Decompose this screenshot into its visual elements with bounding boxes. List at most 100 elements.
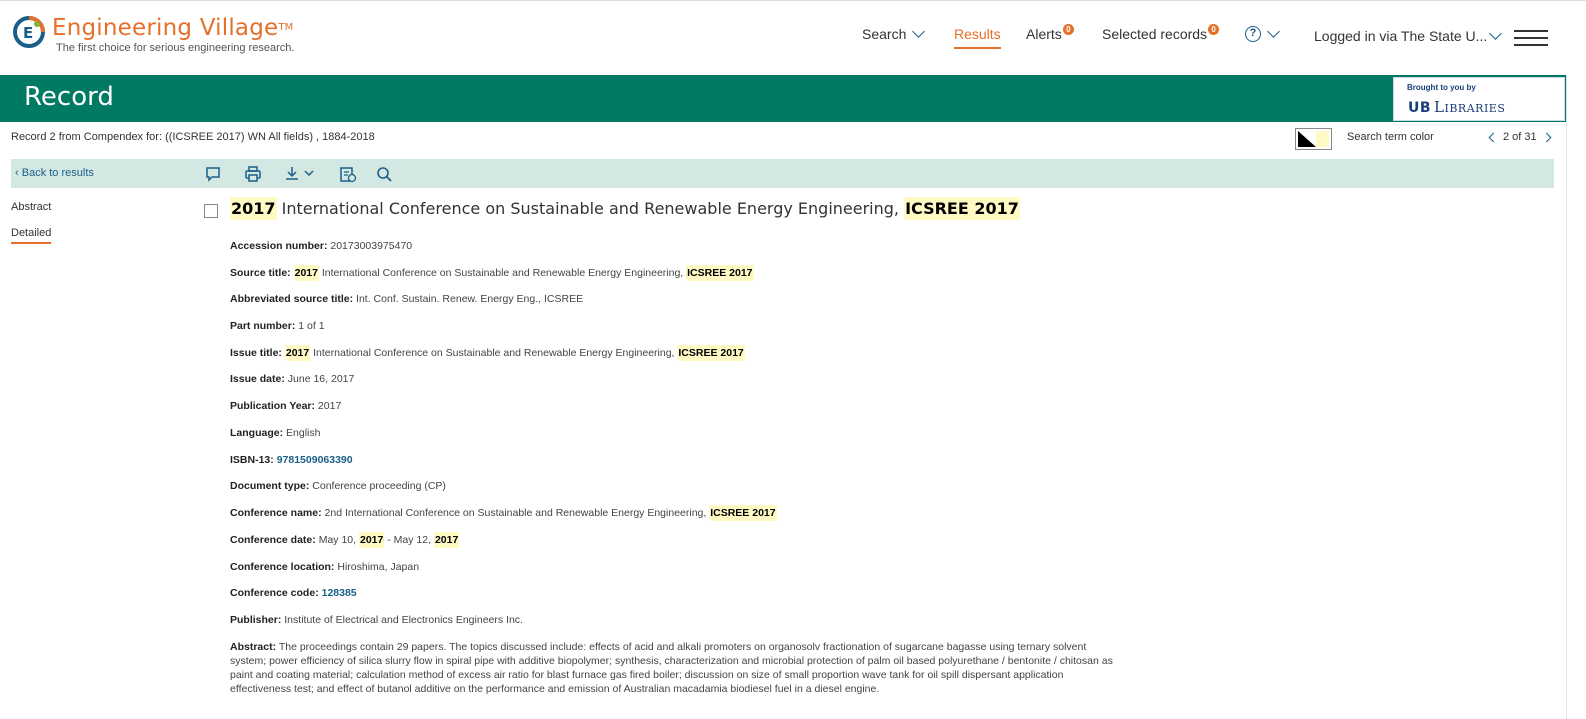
next-record-icon[interactable] (1541, 132, 1552, 142)
brand-logo[interactable]: E Engineering VillageTM The first choice… (12, 15, 294, 54)
selected-count-badge: 0 (1208, 23, 1220, 35)
search-term-color-picker[interactable] (1295, 128, 1332, 150)
brand-tagline: The first choice for serious engineering… (56, 42, 295, 54)
highlight-term: ICSREE 2017 (904, 197, 1020, 220)
record-pager: 2 of 31 (1488, 131, 1552, 143)
field-issue-date: Issue date: June 16, 2017 (230, 373, 354, 385)
highlight-term: 2017 (358, 532, 385, 548)
page-banner: Record Brought to you by UB Libraries (0, 75, 1566, 122)
field-label: Issue date: (230, 373, 285, 385)
highlight-term: 2017 (230, 197, 277, 220)
library-name-text: Libraries (1434, 98, 1506, 116)
svg-text:E: E (23, 24, 33, 42)
field-accession-number: Accession number: 20173003975470 (230, 240, 412, 252)
nav-search[interactable]: Search (862, 24, 926, 42)
field-value: 2017 (317, 400, 342, 412)
nav-account[interactable]: Logged in via The State U... (1314, 26, 1503, 44)
side-nav-detailed[interactable]: Detailed (11, 227, 52, 244)
nav-help[interactable]: ? (1245, 24, 1280, 42)
menu-icon[interactable] (1514, 30, 1548, 46)
record-context: Record 2 from Compendex for: ((ICSREE 20… (11, 131, 375, 143)
field-conference-name: Conference name: 2nd International Confe… (230, 505, 777, 521)
title-text: International Conference on Sustainable … (276, 199, 905, 218)
color-swatch-yellow (1316, 131, 1329, 147)
previous-record-icon[interactable] (1488, 132, 1499, 142)
field-value: May 10, (318, 534, 359, 546)
search-icon[interactable] (375, 165, 393, 183)
chevron-down-icon (1267, 24, 1280, 38)
record-toolbar: ‹ Back to results (11, 159, 1554, 188)
field-label: Conference location: (230, 561, 335, 573)
field-label: Source title: (230, 267, 291, 279)
save-to-folder-icon[interactable] (339, 165, 357, 183)
field-value: Conference proceeding (CP) (312, 480, 446, 492)
nav-selected-records[interactable]: Selected records 0 (1102, 23, 1220, 42)
color-swatch-black (1298, 131, 1316, 147)
field-value: International Conference on Sustainable … (310, 347, 678, 359)
field-abstract: Abstract: The proceedings contain 29 pap… (230, 640, 1120, 696)
page-title: Record (24, 82, 114, 112)
field-label: Abstract: (230, 641, 277, 653)
field-label: Part number: (230, 320, 296, 332)
field-label: Issue title: (230, 347, 282, 359)
highlight-term: 2017 (433, 532, 460, 548)
nav-results[interactable]: Results (954, 26, 1001, 49)
print-icon[interactable] (244, 165, 262, 183)
logged-in-label: Logged in via The State U... (1314, 28, 1488, 44)
field-conference-code: Conference code: 128385 (230, 587, 357, 599)
brand-title: Engineering Village (52, 15, 279, 41)
field-publication-year: Publication Year: 2017 (230, 400, 341, 412)
field-value: English (286, 427, 321, 439)
field-document-type: Document type: Conference proceeding (CP… (230, 480, 446, 492)
field-label: Document type: (230, 480, 310, 492)
field-value: Int. Conf. Sustain. Renew. Energy Eng., … (356, 293, 584, 305)
field-issue-title: Issue title: 2017 International Conferen… (230, 345, 745, 361)
field-value: - May 12, (384, 534, 434, 546)
search-term-color-label: Search term color (1347, 131, 1434, 143)
field-value: 2nd International Conference on Sustaina… (324, 507, 710, 519)
field-label: Accession number: (230, 240, 328, 252)
nav-search-label: Search (862, 26, 907, 42)
field-label: Conference date: (230, 534, 316, 546)
back-to-results-link[interactable]: ‹ Back to results (15, 167, 94, 179)
nav-results-label: Results (954, 26, 1001, 42)
field-abbreviated-source-title: Abbreviated source title: Int. Conf. Sus… (230, 293, 583, 305)
highlight-term: 2017 (293, 265, 319, 281)
field-source-title: Source title: 2017 International Confere… (230, 265, 754, 281)
highlight-term: 2017 (284, 345, 311, 361)
abstract-text: The proceedings contain 29 papers. The t… (230, 641, 1113, 695)
nav-alerts[interactable]: Alerts 0 (1026, 23, 1074, 42)
field-value: Hiroshima, Japan (337, 561, 420, 573)
page-scrollbar[interactable] (1566, 75, 1586, 719)
pager-count: 2 of 31 (1503, 131, 1537, 143)
field-language: Language: English (230, 427, 320, 439)
record-title[interactable]: 2017 International Conference on Sustain… (230, 197, 1020, 220)
download-icon[interactable] (284, 165, 318, 183)
select-record-checkbox[interactable] (204, 204, 218, 218)
isbn-link[interactable]: 9781509063390 (277, 454, 353, 466)
brand-trademark: TM (278, 22, 294, 33)
nav-selected-label: Selected records (1102, 26, 1208, 42)
field-part-number: Part number: 1 of 1 (230, 320, 325, 332)
highlight-term: ICSREE 2017 (677, 345, 745, 361)
field-label: Abbreviated source title: (230, 293, 354, 305)
chevron-left-icon: ‹ (15, 167, 22, 179)
comment-icon[interactable] (204, 165, 222, 183)
field-value: International Conference on Sustainable … (318, 267, 687, 279)
field-label: Publication Year: (230, 400, 315, 412)
field-label: ISBN-13: (230, 454, 274, 466)
ev-logo-icon: E (12, 15, 46, 49)
conference-code-link[interactable]: 128385 (322, 587, 357, 599)
back-to-results-label: Back to results (21, 167, 94, 179)
brought-to-you-label: Brought to you by (1407, 83, 1476, 92)
field-value: 1 of 1 (298, 320, 325, 332)
highlight-term: ICSREE 2017 (686, 265, 754, 281)
side-nav-abstract[interactable]: Abstract (11, 201, 51, 213)
field-value: June 16, 2017 (287, 373, 355, 385)
top-header: E Engineering VillageTM The first choice… (0, 0, 1586, 75)
ub-logo-icon: UB (1408, 100, 1432, 116)
active-tab-underline (954, 47, 1001, 49)
field-label: Conference name: (230, 507, 322, 519)
highlight-term: ICSREE 2017 (709, 505, 777, 521)
library-branding[interactable]: Brought to you by UB Libraries (1393, 77, 1565, 121)
